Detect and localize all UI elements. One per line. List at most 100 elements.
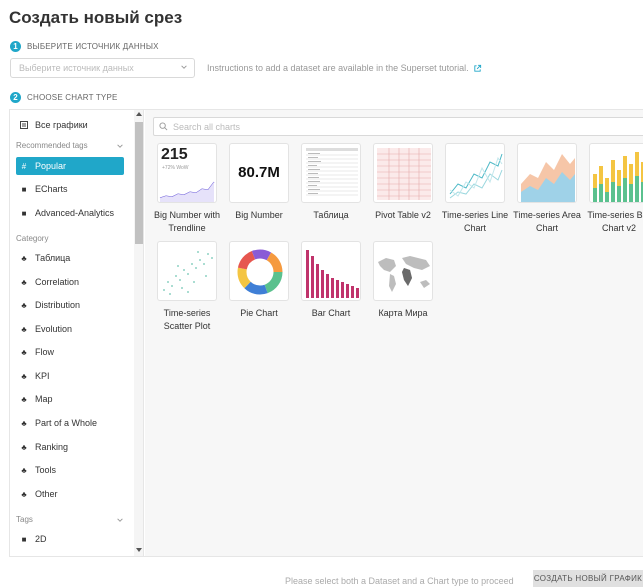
sidebar-item-map[interactable]: ♣ Map <box>16 390 124 408</box>
category-icon: ♣ <box>21 253 27 263</box>
sidebar-item-label: 2D <box>35 534 47 544</box>
category-icon: ♣ <box>21 347 27 357</box>
sidebar-item-label: Все графики <box>35 120 88 130</box>
scroll-down-icon[interactable] <box>136 548 142 552</box>
sidebar-item-label: KPI <box>35 371 50 381</box>
sidebar-item-popular[interactable]: # Popular <box>16 157 124 175</box>
chevron-down-icon <box>181 65 187 69</box>
category-icon: ♣ <box>21 465 27 475</box>
dataset-hint-text: Instructions to add a dataset are availa… <box>207 63 469 73</box>
sidebar-item-label: Other <box>35 489 58 499</box>
chart-thumbnail <box>517 143 577 203</box>
dataset-select[interactable]: Выберите источник данных <box>10 58 195 78</box>
chart-gallery: Search all charts 215 +72% WoW Big Numbe… <box>145 110 643 556</box>
category-icon: ♣ <box>21 489 27 499</box>
sidebar-item-distribution[interactable]: ♣ Distribution <box>16 296 124 314</box>
sidebar-item-all-charts[interactable]: Все графики <box>16 116 124 134</box>
search-placeholder: Search all charts <box>173 121 241 132</box>
chart-card-label: Big Number <box>235 210 283 220</box>
tag-icon: ■ <box>21 534 27 544</box>
sidebar-item-tools[interactable]: ♣ Tools <box>16 461 124 479</box>
category-icon: ♣ <box>21 394 27 404</box>
chart-card-label: Таблица <box>313 210 349 220</box>
chart-thumbnail <box>301 143 361 203</box>
thumb-value: 215 <box>161 146 188 163</box>
chart-card-label: Bar Chart <box>311 308 351 318</box>
step-2-number: 2 <box>10 92 21 103</box>
category-icon: ♣ <box>21 371 27 381</box>
chart-card-bar-chart-v2[interactable]: Time-series Bar Chart v2 <box>583 143 643 235</box>
sidebar-item-flow[interactable]: ♣ Flow <box>16 343 124 361</box>
sidebar-item-label: Map <box>35 394 53 404</box>
scroll-thumb[interactable] <box>135 122 143 244</box>
chevron-down-icon <box>117 143 123 148</box>
category-icon: ♣ <box>21 324 27 334</box>
chart-card-table[interactable]: Таблица <box>295 143 367 222</box>
thumb-value: 80.7M <box>238 164 280 181</box>
sidebar-item-label: Popular <box>35 161 67 171</box>
chart-card-world-map[interactable]: Карта Мира <box>367 241 439 320</box>
step-1-label: ВЫБЕРИТЕ ИСТОЧНИК ДАННЫХ <box>27 42 159 51</box>
chart-card-big-number[interactable]: 80.7M Big Number <box>223 143 295 222</box>
sidebar-item-part-of-a-whole[interactable]: ♣ Part of a Whole <box>16 414 124 432</box>
step-2: 2 CHOOSE CHART TYPE <box>10 92 118 103</box>
chart-card-label: Time-series Area Chart <box>513 210 581 233</box>
sidebar-item-label: Flow <box>35 347 55 357</box>
chart-thumbnail <box>445 143 505 203</box>
sidebar-item-table[interactable]: ♣ Таблица <box>16 249 124 267</box>
dataset-hint[interactable]: Instructions to add a dataset are availa… <box>207 63 482 73</box>
chart-card-label: Pivot Table v2 <box>375 210 431 220</box>
search-icon <box>159 122 168 131</box>
sidebar-item-evolution[interactable]: ♣ Evolution <box>16 320 124 338</box>
section-category-label: Category <box>16 234 49 243</box>
create-chart-button[interactable]: СОЗДАТЬ НОВЫЙ ГРАФИК <box>533 570 643 587</box>
sidebar-item-label: ECharts <box>35 184 68 194</box>
sidebar-item-2d[interactable]: ■ 2D <box>16 530 124 548</box>
sidebar-item-other[interactable]: ♣ Other <box>16 485 124 503</box>
chart-card-pie-chart[interactable]: Pie Chart <box>223 241 295 320</box>
sidebar-item-label: Tools <box>35 465 57 475</box>
sidebar-item-label: Part of a Whole <box>35 418 98 428</box>
chart-thumbnail <box>589 143 643 203</box>
dataset-select-placeholder: Выберите источник данных <box>19 63 134 73</box>
sidebar-item-correlation[interactable]: ♣ Correlation <box>16 273 124 291</box>
sidebar-item-label: Advanced-Analytics <box>35 208 115 218</box>
chart-card-big-number-trendline[interactable]: 215 +72% WoW Big Number with Trendline <box>151 143 223 235</box>
step-1: 1 ВЫБЕРИТЕ ИСТОЧНИК ДАННЫХ <box>10 41 159 52</box>
chart-card-bar-chart[interactable]: Bar Chart <box>295 241 367 320</box>
step-1-number: 1 <box>10 41 21 52</box>
chart-card-label: Time-series Line Chart <box>441 210 509 233</box>
chart-card-scatter-plot[interactable]: Time-series Scatter Plot <box>151 241 223 333</box>
category-icon: ♣ <box>21 300 27 310</box>
sidebar-item-label: Correlation <box>35 277 80 287</box>
chart-card-label: Time-series Scatter Plot <box>163 308 211 331</box>
chart-card-pivot-table[interactable]: Pivot Table v2 <box>367 143 439 222</box>
section-tags-label: Tags <box>16 515 33 524</box>
chart-thumbnail <box>373 241 433 301</box>
section-tags[interactable]: Tags <box>16 515 124 524</box>
footer-message: Please select both a Dataset and a Chart… <box>285 576 514 586</box>
chart-card-line-chart[interactable]: Time-series Line Chart <box>439 143 511 235</box>
chart-card-area-chart[interactable]: Time-series Area Chart <box>511 143 583 235</box>
tag-icon: ■ <box>21 184 27 194</box>
sidebar-item-echarts[interactable]: ■ ECharts <box>16 180 124 198</box>
chart-sidebar: Все графики Recommended tags # Popular ■… <box>10 110 134 556</box>
chevron-down-icon <box>117 517 123 522</box>
chart-card-label: Time-series Bar Chart v2 <box>587 210 643 233</box>
sidebar-scrollbar[interactable] <box>134 110 144 556</box>
scroll-up-icon[interactable] <box>136 112 142 116</box>
section-category[interactable]: Category <box>16 234 124 243</box>
step-2-label: CHOOSE CHART TYPE <box>27 93 118 102</box>
chart-thumbnail <box>301 241 361 301</box>
sidebar-item-ranking[interactable]: ♣ Ranking <box>16 438 124 456</box>
chart-thumbnail <box>229 241 289 301</box>
sidebar-item-advanced-analytics[interactable]: ■ Advanced-Analytics <box>16 204 124 222</box>
section-recommended[interactable]: Recommended tags <box>16 141 124 150</box>
tag-icon: # <box>21 161 27 171</box>
sidebar-item-kpi[interactable]: ♣ KPI <box>16 367 124 385</box>
chart-card-label: Big Number with Trendline <box>153 210 221 233</box>
chart-thumbnail <box>157 241 217 301</box>
external-link-icon[interactable] <box>473 64 482 73</box>
tag-icon: ■ <box>21 208 27 218</box>
search-input[interactable]: Search all charts <box>153 117 643 136</box>
